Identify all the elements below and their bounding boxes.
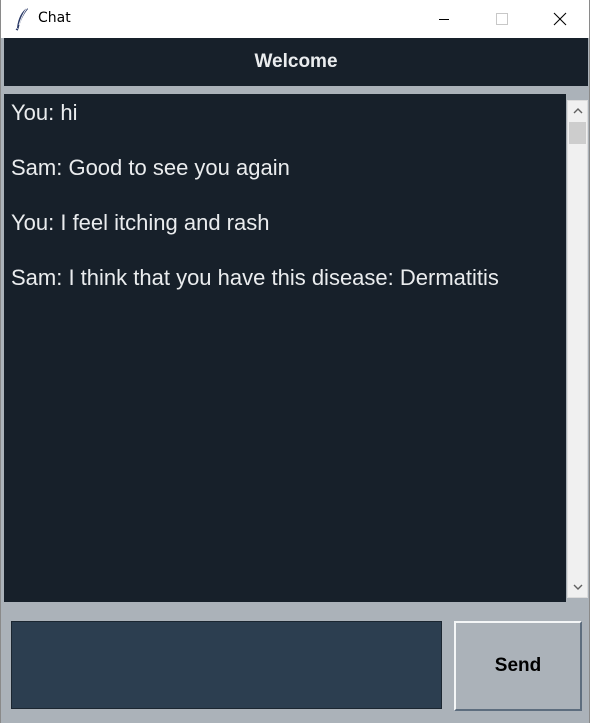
scroll-down-button[interactable]	[568, 578, 587, 597]
title-bar: Chat	[1, 0, 589, 38]
chat-scrollbar[interactable]	[567, 100, 588, 598]
window-title: Chat	[38, 10, 71, 26]
chat-message: You: I feel itching and rash	[11, 210, 270, 235]
send-button[interactable]: Send	[454, 621, 582, 711]
chat-message: Sam: I think that you have this disease:…	[11, 265, 499, 290]
chevron-up-icon	[573, 108, 582, 114]
close-icon	[553, 12, 567, 26]
chat-message: Sam: Good to see you again	[11, 155, 290, 180]
close-button[interactable]	[531, 0, 589, 38]
feather-icon	[15, 7, 28, 31]
maximize-button[interactable]	[473, 0, 531, 38]
chat-message: You: hi	[11, 100, 78, 125]
maximize-icon	[496, 13, 508, 25]
welcome-header: Welcome	[4, 38, 588, 86]
scroll-up-button[interactable]	[568, 101, 587, 120]
chevron-down-icon	[573, 584, 582, 590]
minimize-icon	[439, 19, 449, 20]
header-title: Welcome	[254, 51, 338, 72]
chat-window: Chat Welcome You: hi Sam: Good to see yo…	[0, 0, 590, 723]
message-input[interactable]	[11, 621, 442, 709]
scroll-thumb[interactable]	[569, 122, 586, 144]
chat-log[interactable]: You: hi Sam: Good to see you again You: …	[4, 94, 566, 602]
minimize-button[interactable]	[415, 0, 473, 38]
